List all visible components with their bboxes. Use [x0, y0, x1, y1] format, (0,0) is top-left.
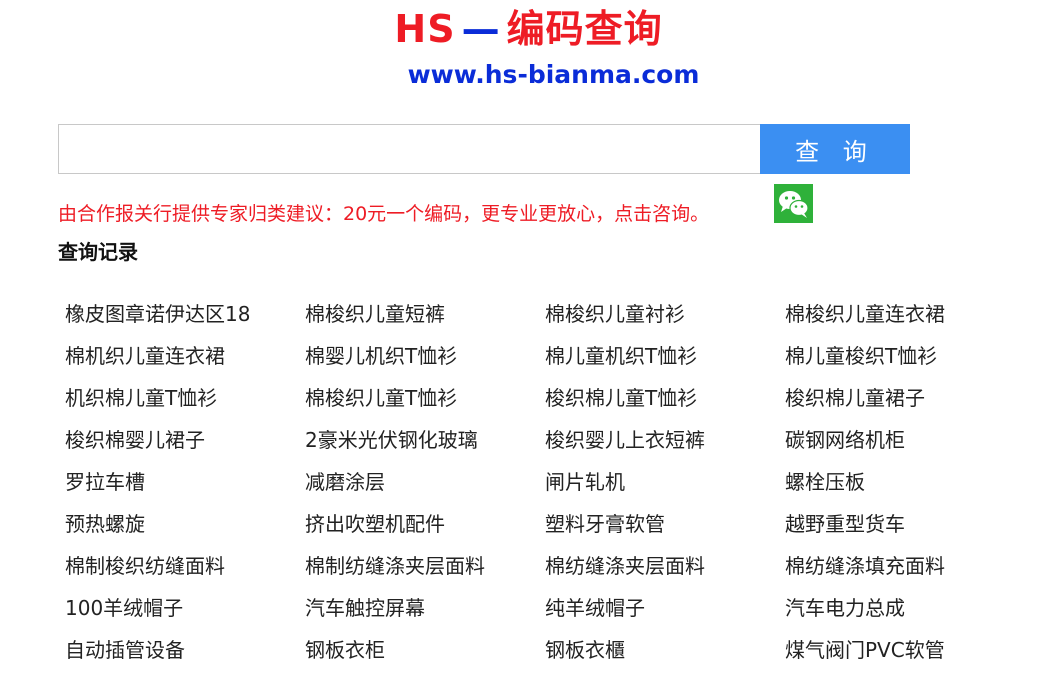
history-item[interactable]: 棉纺缝涤夹层面料 — [545, 550, 785, 592]
brand-dash: — — [461, 7, 501, 51]
history-item[interactable]: 挤出吹塑机配件 — [305, 508, 545, 550]
history-item[interactable]: 棉纺缝涤填充面料 — [785, 550, 1025, 592]
history-item[interactable]: 棉制纺缝涤夹层面料 — [305, 550, 545, 592]
history-item[interactable]: 棉梭织儿童T恤衫 — [305, 382, 545, 424]
history-item[interactable]: 棉梭织儿童连衣裙 — [785, 298, 1025, 340]
site-logo-title[interactable]: HS — 编码查询 — [0, 6, 1057, 52]
history-item[interactable]: 橡皮图章诺伊达区18 — [65, 298, 305, 340]
history-item[interactable]: 钢板衣柜 — [305, 634, 545, 676]
history-item[interactable]: 减磨涂层 — [305, 466, 545, 508]
history-item[interactable]: 纯羊绒帽子 — [545, 592, 785, 634]
history-list: 橡皮图章诺伊达区18 棉梭织儿童短裤 棉梭织儿童衬衫 棉梭织儿童连衣裙棉机织儿童连衣裙… — [65, 298, 1025, 676]
history-item[interactable]: 100羊绒帽子 — [65, 592, 305, 634]
history-item[interactable]: 棉儿童梭织T恤衫 — [785, 340, 1025, 382]
history-item[interactable]: 棉制梭织纺缝面料 — [65, 550, 305, 592]
history-item[interactable]: 棉机织儿童连衣裙 — [65, 340, 305, 382]
history-title: 查询记录 — [58, 240, 138, 264]
consult-notice-link[interactable]: 由合作报关行提供专家归类建议：20元一个编码，更专业更放心，点击咨询。 — [58, 200, 709, 228]
search-button[interactable]: 查 询 — [760, 124, 910, 174]
history-item[interactable]: 罗拉车槽 — [65, 466, 305, 508]
history-item[interactable]: 螺栓压板 — [785, 466, 1025, 508]
history-item[interactable]: 预热螺旋 — [65, 508, 305, 550]
history-item[interactable]: 2豪米光伏钢化玻璃 — [305, 424, 545, 466]
search-bar: 查 询 — [58, 124, 910, 174]
history-item[interactable]: 闸片轧机 — [545, 466, 785, 508]
search-input[interactable] — [58, 124, 760, 174]
history-item[interactable]: 越野重型货车 — [785, 508, 1025, 550]
history-item[interactable]: 自动插管设备 — [65, 634, 305, 676]
history-item[interactable]: 钢板衣櫃 — [545, 634, 785, 676]
history-item[interactable]: 碳钢网络机柜 — [785, 424, 1025, 466]
history-item[interactable]: 塑料牙膏软管 — [545, 508, 785, 550]
brand-name: 编码查询 — [506, 7, 663, 51]
history-item[interactable]: 汽车电力总成 — [785, 592, 1025, 634]
wechat-icon[interactable] — [774, 184, 813, 223]
history-item[interactable]: 棉儿童机织T恤衫 — [545, 340, 785, 382]
history-item[interactable]: 梭织棉儿童裙子 — [785, 382, 1025, 424]
history-item[interactable]: 棉梭织儿童短裤 — [305, 298, 545, 340]
brand-hs: HS — [394, 7, 456, 51]
page: HS — 编码查询 www.hs-bianma.com 查 询 由合作报关行提供专家… — [0, 0, 1057, 677]
history-item[interactable]: 梭织棉婴儿裙子 — [65, 424, 305, 466]
history-item[interactable]: 梭织婴儿上衣短裤 — [545, 424, 785, 466]
history-item[interactable]: 煤气阀门PVC软管 — [785, 634, 1025, 676]
history-item[interactable]: 棉婴儿机织T恤衫 — [305, 340, 545, 382]
site-url: www.hs-bianma.com — [407, 60, 700, 89]
history-item[interactable]: 机织棉儿童T恤衫 — [65, 382, 305, 424]
history-item[interactable]: 棉梭织儿童衬衫 — [545, 298, 785, 340]
history-item[interactable]: 汽车触控屏幕 — [305, 592, 545, 634]
history-item[interactable]: 梭织棉儿童T恤衫 — [545, 382, 785, 424]
